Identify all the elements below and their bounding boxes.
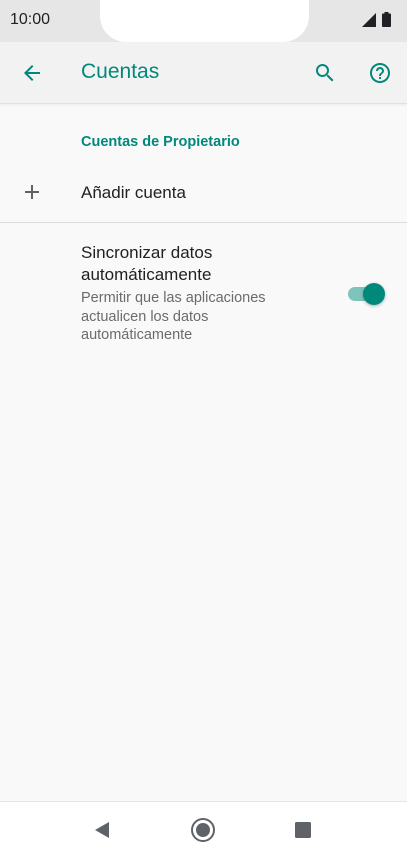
toggle-thumb: [363, 283, 385, 305]
back-arrow-icon: [24, 65, 40, 81]
status-time: 10:00: [10, 11, 51, 28]
auto-sync-summary: Permitir que las aplicaciones actualicen…: [81, 290, 266, 343]
signal-icon: [362, 12, 376, 27]
section-header: Cuentas de Propietario: [81, 134, 240, 150]
status-bar: 10:00: [0, 0, 407, 42]
display-notch: [100, 0, 309, 42]
help-button[interactable]: [360, 53, 400, 93]
add-account-row[interactable]: Añadir cuenta: [0, 163, 407, 222]
nav-recents-icon: [295, 822, 311, 838]
navigation-bar: [0, 801, 407, 856]
nav-home-button[interactable]: [185, 812, 221, 848]
nav-back-icon: [95, 822, 109, 838]
nav-back-button[interactable]: [84, 812, 120, 848]
nav-home-icon: [191, 818, 215, 842]
settings-screen: 10:00 Cuentas Cuentas de Propietario Aña…: [0, 0, 407, 856]
back-button[interactable]: [12, 53, 52, 93]
page-title: Cuentas: [81, 60, 160, 83]
auto-sync-row[interactable]: Sincronizar datos automáticamente Permit…: [0, 232, 407, 352]
search-icon: [316, 64, 334, 82]
auto-sync-title: Sincronizar datos automáticamente: [81, 243, 213, 284]
battery-icon: [382, 12, 391, 27]
app-bar: Cuentas: [0, 42, 407, 104]
plus-icon: [25, 185, 39, 199]
divider: [0, 222, 407, 223]
nav-recents-button[interactable]: [285, 812, 321, 848]
status-icons: [362, 12, 391, 27]
add-account-label: Añadir cuenta: [81, 183, 186, 202]
search-button[interactable]: [305, 53, 345, 93]
auto-sync-toggle[interactable]: [346, 282, 386, 306]
help-icon: [370, 63, 390, 83]
